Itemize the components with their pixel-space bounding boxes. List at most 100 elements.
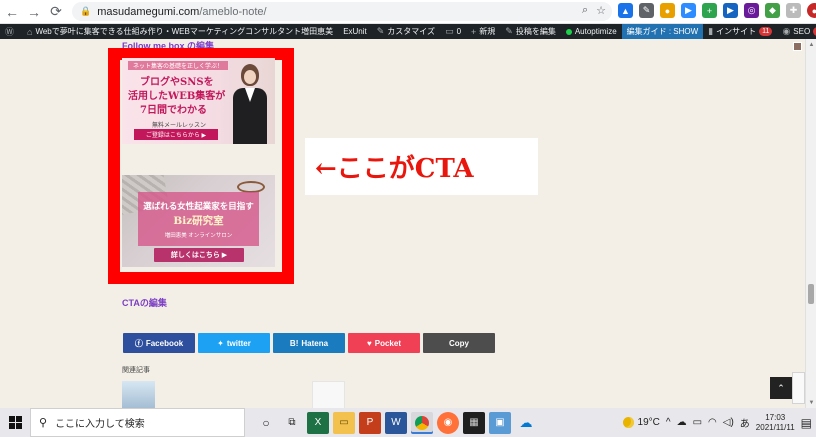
cta-edit-link[interactable]: CTAの編集 (122, 296, 167, 309)
chevron-up-icon[interactable]: ^ (666, 417, 671, 428)
related-post-thumbnail[interactable] (122, 381, 155, 408)
eyedropper-extension-icon[interactable]: ✎ (639, 3, 654, 18)
comment-icon: ▭ (445, 26, 454, 36)
adminbar-site-name[interactable]: ⌂ Webで夢叶に集客できる仕組み作り・WEBマーケティングコンサルタント増田恵美 (22, 24, 338, 39)
adminbar-seo[interactable]: ◉SEO4 (777, 24, 816, 39)
banner-subtitle: 無料メールレッスン (152, 123, 207, 129)
profile-avatar-icon[interactable]: ● (807, 3, 816, 18)
clock-time: 17:03 (765, 412, 786, 422)
scroll-up-icon[interactable]: ▲ (806, 39, 816, 50)
keep-extension-icon[interactable]: ● (660, 3, 675, 18)
exunit-label: ExUnit (343, 27, 367, 36)
page-top-button[interactable]: ⌃ (770, 377, 792, 399)
adminbar-comments[interactable]: ▭ 0 (440, 24, 466, 39)
onedrive-icon[interactable]: ☁ (515, 411, 537, 434)
reload-icon[interactable]: ⟳ (46, 2, 66, 22)
volume-icon[interactable]: ◁) (723, 417, 734, 428)
edit-post-label: 投稿を編集 (515, 27, 556, 36)
adminbar-exunit[interactable]: ExUnit (338, 24, 372, 39)
seo-icon: ◉ (782, 26, 791, 36)
weather-widget[interactable]: 19°C (622, 417, 660, 428)
wp-admin-bar: Ⓦ ⌂ Webで夢叶に集客できる仕組み作り・WEBマーケティングコンサルタント増田… (0, 24, 816, 39)
drive-extension-icon[interactable]: ▲ (618, 3, 633, 18)
status-dot-icon (565, 28, 572, 35)
url-path: /ameblo-note/ (199, 5, 267, 18)
banner-headline-3: 7日間でわかる (140, 105, 207, 116)
pocket-icon: ♥ (367, 338, 372, 348)
adminbar-insight[interactable]: ▮ インサイト 11 (703, 24, 777, 39)
pencil-icon: ✎ (505, 26, 513, 36)
banner-ribbon: ネット集客の基礎を正しく学ぶ！ (128, 61, 228, 70)
site-name-label: Webで夢叶に集客できる仕組み作り・WEBマーケティングコンサルタント増田恵美 (35, 27, 334, 36)
adminbar-autoptimize[interactable]: Autoptimize (561, 24, 622, 39)
adminbar-new[interactable]: + 新規 (466, 24, 500, 39)
register-button[interactable]: ご登録はこちらから ▶ (134, 129, 218, 140)
adminbar-customize[interactable]: ✎ カスタマイズ (372, 24, 440, 39)
details-button[interactable]: 詳しくはこちら ▶ (154, 248, 244, 262)
autoptimize-label: Autoptimize (574, 27, 617, 36)
twitter-share-button[interactable]: ✦ twitter (198, 333, 270, 353)
media-extension-icon[interactable]: ▶ (723, 3, 738, 18)
seo-label: SEO (793, 27, 811, 36)
banner-text-box: 選ばれる女性起業家を目指す Biz研究室 増田恵美 オンラインサロン (138, 192, 259, 246)
firefox-icon[interactable]: ◉ (437, 411, 459, 434)
taskbar-search[interactable]: ⚲ ここに入力して検索 (30, 408, 245, 437)
calculator-icon[interactable]: ▦ (463, 411, 485, 434)
word-icon[interactable]: W (385, 411, 407, 434)
new-label: 新規 (479, 27, 496, 36)
chrome-icon[interactable] (411, 411, 433, 434)
temperature-label: 19°C (637, 417, 660, 428)
system-tray: 19°C ^ ☁ ▭ ◠ ◁) あ 17:03 2021/11/11 ▤ (622, 408, 816, 437)
windows-start-icon[interactable] (0, 408, 30, 437)
customize-label: カスタマイズ (387, 27, 436, 36)
cloud-icon[interactable]: ☁ (677, 417, 687, 428)
task-view-icon[interactable]: ⧉ (281, 412, 303, 434)
banner-headline-2: 活用したWEB集客が (128, 91, 226, 102)
pocket-share-button[interactable]: ♥ Pocket (348, 333, 420, 353)
ime-mode-indicator[interactable]: あ (740, 415, 750, 430)
banner-headline-1: ブログやSNSを (140, 77, 214, 88)
notification-icon[interactable]: ▤ (801, 416, 812, 430)
facebook-icon: ⓕ (134, 338, 143, 348)
facebook-share-button[interactable]: ⓕ Facebook (123, 333, 195, 353)
chevron-up-icon: ⌃ (777, 382, 785, 393)
copy-share-button[interactable]: Copy (423, 333, 495, 353)
clock[interactable]: 17:03 2021/11/11 (756, 413, 795, 433)
page-scrollbar[interactable]: ▲ ▼ (805, 39, 816, 408)
mail-lesson-banner[interactable]: ネット集客の基礎を正しく学ぶ！ ブログやSNSを 活用したWEB集客が 7日間で… (122, 58, 275, 144)
scrollbar-thumb[interactable] (808, 284, 814, 304)
explorer-icon[interactable]: ▭ (333, 411, 355, 434)
circle-extension-icon[interactable]: ◎ (744, 3, 759, 18)
cortana-icon[interactable]: ○ (255, 412, 277, 434)
brush-icon: ✎ (376, 26, 385, 36)
picture-icon[interactable]: ▣ (489, 411, 511, 434)
back-icon[interactable]: ← (2, 2, 22, 22)
bookmark-star-icon[interactable]: ☆ (596, 4, 606, 17)
powerpoint-icon[interactable]: P (359, 411, 381, 434)
insight-label: インサイト (716, 27, 757, 36)
banner2-headline: 選ばれる女性起業家を目指す (143, 201, 254, 212)
twitter-label: twitter (226, 338, 251, 348)
hatena-share-button[interactable]: B! Hatena (273, 333, 345, 353)
excel-icon[interactable]: X (307, 411, 329, 434)
plus-extension-icon[interactable]: + (702, 3, 717, 18)
address-bar[interactable]: 🔒 masudamegumi.com /ameblo-note/ ⌕ ☆ (72, 2, 612, 21)
zoom-extension-icon[interactable]: ▶ (681, 3, 696, 18)
forward-icon[interactable]: → (24, 2, 44, 22)
facebook-label: Facebook (145, 338, 184, 348)
display-icon[interactable]: ▭ (693, 417, 702, 428)
leaf-extension-icon[interactable]: ◆ (765, 3, 780, 18)
wifi-icon[interactable]: ◠ (708, 417, 717, 428)
biz-lab-banner[interactable]: 選ばれる女性起業家を目指す Biz研究室 増田恵美 オンラインサロン 詳しくはこ… (122, 175, 275, 267)
banner2-title: Biz研究室 (173, 214, 224, 227)
adminbar-edit-post[interactable]: ✎ 投稿を編集 (500, 24, 561, 39)
zoom-icon[interactable]: ⌕ (582, 4, 588, 17)
related-post-thumbnail[interactable] (312, 381, 345, 408)
url-host: masudamegumi.com (97, 5, 200, 18)
admin-avatar[interactable] (793, 42, 802, 51)
wp-logo-icon[interactable]: Ⓦ (0, 24, 22, 39)
adminbar-edit-guide[interactable]: 編集ガイド : SHOW (621, 24, 704, 39)
scroll-down-icon[interactable]: ▼ (806, 397, 816, 408)
puzzle-extension-icon[interactable]: ✚ (786, 3, 801, 18)
taskbar-search-placeholder: ここに入力して検索 (55, 419, 145, 430)
